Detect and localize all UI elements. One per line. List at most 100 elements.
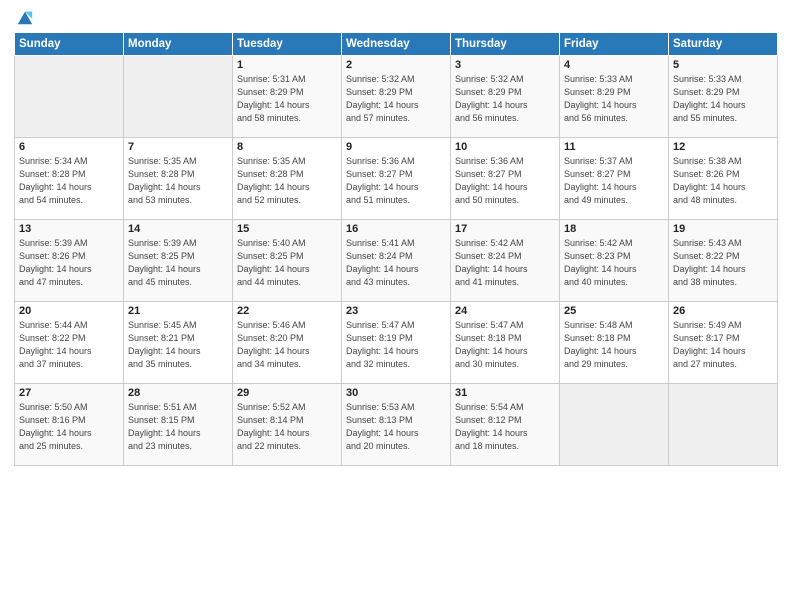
day-number: 1: [237, 59, 337, 71]
day-info: Sunrise: 5:48 AM Sunset: 8:18 PM Dayligh…: [564, 319, 664, 371]
day-number: 11: [564, 141, 664, 153]
day-number: 8: [237, 141, 337, 153]
calendar-cell: 23Sunrise: 5:47 AM Sunset: 8:19 PM Dayli…: [342, 302, 451, 384]
day-number: 16: [346, 223, 446, 235]
calendar-cell: 16 Sunrise: 5:41 AM Sunset: 8:24 PM Dayli…: [342, 220, 451, 302]
day-number: 23: [346, 305, 446, 317]
calendar-cell: [15, 56, 124, 138]
calendar-cell: 5 Sunrise: 5:33 AM Sunset: 8:29 PM Daylig…: [669, 56, 778, 138]
day-number: 30: [346, 387, 446, 399]
day-info: Sunrise: 5:53 AM Sunset: 8:13 PM Dayligh…: [346, 401, 446, 453]
day-info: Sunrise: 5:51 AM Sunset: 8:15 PM Dayligh…: [128, 401, 228, 453]
calendar-cell: 12 Sunrise: 5:38 AM Sunset: 8:26 PM Dayli…: [669, 138, 778, 220]
calendar-week-row: 20 Sunrise: 5:44 AM Sunset: 8:22 PM Dayli…: [15, 302, 778, 384]
day-number: 14: [128, 223, 228, 235]
day-info: Sunrise: 5:38 AM Sunset: 8:26 PM Dayligh…: [673, 155, 773, 207]
calendar-cell: 17 Sunrise: 5:42 AM Sunset: 8:24 PM Dayli…: [451, 220, 560, 302]
calendar-cell: 20 Sunrise: 5:44 AM Sunset: 8:22 PM Dayli…: [15, 302, 124, 384]
calendar-cell: 10 Sunrise: 5:36 AM Sunset: 8:27 PM Dayli…: [451, 138, 560, 220]
calendar-cell: 13Sunrise: 5:39 AM Sunset: 8:26 PM Dayli…: [15, 220, 124, 302]
day-number: 6: [19, 141, 119, 153]
calendar-cell: 31 Sunrise: 5:54 AM Sunset: 8:12 PM Dayli…: [451, 384, 560, 466]
header: [14, 10, 778, 26]
day-number: 21: [128, 305, 228, 317]
logo-icon: [16, 8, 34, 26]
weekday-header: Tuesday: [233, 33, 342, 56]
day-info: Sunrise: 5:39 AM Sunset: 8:25 PM Dayligh…: [128, 237, 228, 289]
calendar-week-row: 13Sunrise: 5:39 AM Sunset: 8:26 PM Dayli…: [15, 220, 778, 302]
day-number: 29: [237, 387, 337, 399]
day-info: Sunrise: 5:36 AM Sunset: 8:27 PM Dayligh…: [455, 155, 555, 207]
day-info: Sunrise: 5:50 AM Sunset: 8:16 PM Dayligh…: [19, 401, 119, 453]
calendar-cell: 7Sunrise: 5:35 AM Sunset: 8:28 PM Daylig…: [124, 138, 233, 220]
day-number: 2: [346, 59, 446, 71]
day-number: 24: [455, 305, 555, 317]
calendar-cell: 28 Sunrise: 5:51 AM Sunset: 8:15 PM Dayli…: [124, 384, 233, 466]
calendar-cell: 15Sunrise: 5:40 AM Sunset: 8:25 PM Dayli…: [233, 220, 342, 302]
weekday-header: Sunday: [15, 33, 124, 56]
day-info: Sunrise: 5:45 AM Sunset: 8:21 PM Dayligh…: [128, 319, 228, 371]
day-number: 12: [673, 141, 773, 153]
calendar-week-row: 27 Sunrise: 5:50 AM Sunset: 8:16 PM Dayli…: [15, 384, 778, 466]
calendar-cell: 21 Sunrise: 5:45 AM Sunset: 8:21 PM Dayli…: [124, 302, 233, 384]
day-number: 4: [564, 59, 664, 71]
calendar-cell: [124, 56, 233, 138]
day-info: Sunrise: 5:33 AM Sunset: 8:29 PM Dayligh…: [673, 73, 773, 125]
day-number: 10: [455, 141, 555, 153]
day-number: 7: [128, 141, 228, 153]
day-info: Sunrise: 5:41 AM Sunset: 8:24 PM Dayligh…: [346, 237, 446, 289]
day-info: Sunrise: 5:34 AM Sunset: 8:28 PM Dayligh…: [19, 155, 119, 207]
day-info: Sunrise: 5:31 AM Sunset: 8:29 PM Dayligh…: [237, 73, 337, 125]
weekday-header: Wednesday: [342, 33, 451, 56]
weekday-header: Monday: [124, 33, 233, 56]
weekday-header: Thursday: [451, 33, 560, 56]
day-info: Sunrise: 5:39 AM Sunset: 8:26 PM Dayligh…: [19, 237, 119, 289]
day-number: 20: [19, 305, 119, 317]
calendar-table: SundayMondayTuesdayWednesdayThursdayFrid…: [14, 32, 778, 466]
calendar-cell: [560, 384, 669, 466]
day-number: 3: [455, 59, 555, 71]
day-info: Sunrise: 5:44 AM Sunset: 8:22 PM Dayligh…: [19, 319, 119, 371]
day-info: Sunrise: 5:54 AM Sunset: 8:12 PM Dayligh…: [455, 401, 555, 453]
calendar-week-row: 1 Sunrise: 5:31 AM Sunset: 8:29 PM Daylig…: [15, 56, 778, 138]
day-number: 17: [455, 223, 555, 235]
day-number: 5: [673, 59, 773, 71]
logo: [14, 10, 34, 26]
main-container: SundayMondayTuesdayWednesdayThursdayFrid…: [0, 0, 792, 476]
calendar-cell: 9Sunrise: 5:36 AM Sunset: 8:27 PM Daylig…: [342, 138, 451, 220]
calendar-cell: 19 Sunrise: 5:43 AM Sunset: 8:22 PM Dayli…: [669, 220, 778, 302]
day-number: 31: [455, 387, 555, 399]
calendar-cell: 8 Sunrise: 5:35 AM Sunset: 8:28 PM Daylig…: [233, 138, 342, 220]
calendar-cell: 4 Sunrise: 5:33 AM Sunset: 8:29 PM Daylig…: [560, 56, 669, 138]
weekday-header: Friday: [560, 33, 669, 56]
calendar-cell: 11Sunrise: 5:37 AM Sunset: 8:27 PM Dayli…: [560, 138, 669, 220]
day-number: 22: [237, 305, 337, 317]
day-info: Sunrise: 5:32 AM Sunset: 8:29 PM Dayligh…: [455, 73, 555, 125]
calendar-header-row: SundayMondayTuesdayWednesdayThursdayFrid…: [15, 33, 778, 56]
day-info: Sunrise: 5:49 AM Sunset: 8:17 PM Dayligh…: [673, 319, 773, 371]
day-number: 18: [564, 223, 664, 235]
weekday-header: Saturday: [669, 33, 778, 56]
calendar-cell: 3 Sunrise: 5:32 AM Sunset: 8:29 PM Daylig…: [451, 56, 560, 138]
day-number: 28: [128, 387, 228, 399]
calendar-cell: 25Sunrise: 5:48 AM Sunset: 8:18 PM Dayli…: [560, 302, 669, 384]
day-info: Sunrise: 5:52 AM Sunset: 8:14 PM Dayligh…: [237, 401, 337, 453]
calendar-cell: 29 Sunrise: 5:52 AM Sunset: 8:14 PM Dayli…: [233, 384, 342, 466]
day-number: 27: [19, 387, 119, 399]
calendar-week-row: 6 Sunrise: 5:34 AM Sunset: 8:28 PM Daylig…: [15, 138, 778, 220]
day-info: Sunrise: 5:32 AM Sunset: 8:29 PM Dayligh…: [346, 73, 446, 125]
calendar-cell: 22 Sunrise: 5:46 AM Sunset: 8:20 PM Dayli…: [233, 302, 342, 384]
day-info: Sunrise: 5:46 AM Sunset: 8:20 PM Dayligh…: [237, 319, 337, 371]
day-number: 26: [673, 305, 773, 317]
calendar-cell: 14 Sunrise: 5:39 AM Sunset: 8:25 PM Dayli…: [124, 220, 233, 302]
calendar-cell: 26 Sunrise: 5:49 AM Sunset: 8:17 PM Dayli…: [669, 302, 778, 384]
day-info: Sunrise: 5:36 AM Sunset: 8:27 PM Dayligh…: [346, 155, 446, 207]
calendar-cell: 1 Sunrise: 5:31 AM Sunset: 8:29 PM Daylig…: [233, 56, 342, 138]
day-info: Sunrise: 5:43 AM Sunset: 8:22 PM Dayligh…: [673, 237, 773, 289]
day-info: Sunrise: 5:33 AM Sunset: 8:29 PM Dayligh…: [564, 73, 664, 125]
day-info: Sunrise: 5:42 AM Sunset: 8:24 PM Dayligh…: [455, 237, 555, 289]
day-number: 19: [673, 223, 773, 235]
calendar-cell: 24Sunrise: 5:47 AM Sunset: 8:18 PM Dayli…: [451, 302, 560, 384]
day-info: Sunrise: 5:35 AM Sunset: 8:28 PM Dayligh…: [237, 155, 337, 207]
calendar-cell: [669, 384, 778, 466]
